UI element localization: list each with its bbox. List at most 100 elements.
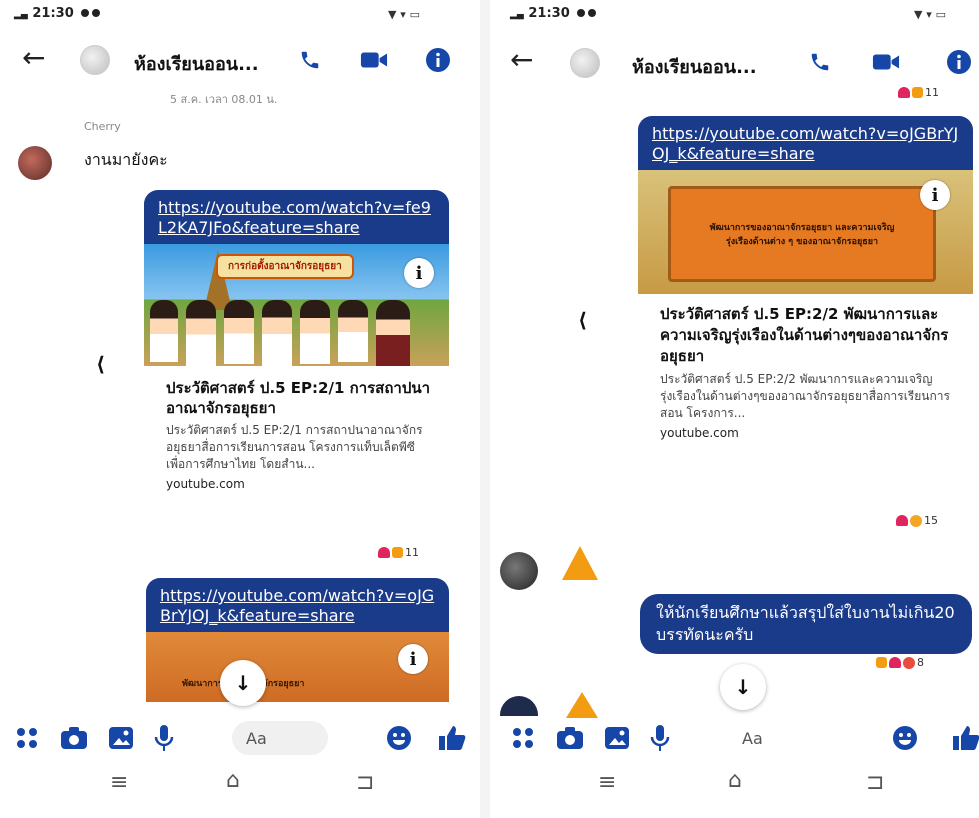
message-input[interactable]: Aa: [232, 721, 328, 755]
link-message-1[interactable]: https://youtube.com/watch?v=fe9L2KA7JFo&…: [144, 190, 449, 501]
microphone-icon[interactable]: [650, 724, 670, 752]
apps-icon[interactable]: [510, 725, 536, 751]
like-icon[interactable]: [952, 725, 979, 751]
reaction-count: 11: [925, 86, 939, 99]
battery-icon: ▼ ▾ ▭: [914, 8, 947, 21]
apps-icon[interactable]: [14, 725, 40, 751]
link-message[interactable]: https://youtube.com/watch?v=oJGBrYJOJ_k&…: [638, 116, 973, 448]
heart-icon: [896, 515, 908, 526]
home-icon[interactable]: ⌂: [226, 768, 240, 793]
link-url[interactable]: https://youtube.com/watch?v=oJGBrYJOJ_k&…: [146, 578, 449, 632]
sender-name: Cherry: [84, 120, 121, 133]
camera-icon[interactable]: [60, 726, 88, 750]
scroll-down-button[interactable]: ↓: [220, 660, 266, 706]
preview-host: youtube.com: [166, 477, 245, 491]
group-avatar[interactable]: [80, 45, 110, 75]
message-bubble[interactable]: ให้นักเรียนศึกษาแล้วสรุปใส่ใบงานไม่เกิน2…: [640, 594, 972, 654]
message-input[interactable]: Aa: [726, 721, 836, 755]
emoji-icon[interactable]: [386, 725, 412, 751]
reaction-count: 11: [405, 546, 419, 559]
share-icon[interactable]: ⟨: [578, 308, 587, 332]
thumbs-up-icon: [876, 657, 887, 668]
phone-call-icon[interactable]: [806, 48, 834, 76]
video-thumbnail[interactable]: พัฒนาการของอาณาจักรอยุธยา i: [146, 632, 449, 702]
info-icon[interactable]: i: [398, 644, 428, 674]
reactions[interactable]: 11: [898, 86, 939, 99]
notification-icon: [588, 9, 597, 17]
preview-title: ประวัติศาสตร์ ป.5 EP:2/1 การสถาปนาอาณาจั…: [166, 379, 431, 417]
back-nav-icon[interactable]: ⊐: [866, 770, 884, 795]
notification-icon: [577, 9, 586, 17]
chat-title[interactable]: ห้องเรียนออน...: [134, 49, 259, 78]
info-icon[interactable]: i: [404, 258, 434, 288]
typing-avatar: [500, 696, 538, 716]
chat-title[interactable]: ห้องเรียนออน...: [632, 52, 757, 81]
reactions[interactable]: 11: [378, 546, 419, 559]
screenshot-divider: [480, 0, 490, 818]
thumbnail-banner: พัฒนาการของอาณาจักรอยุธยา และความเจริญรุ…: [668, 186, 936, 282]
teacher-avatar[interactable]: [500, 552, 538, 590]
like-icon[interactable]: [438, 725, 466, 751]
back-arrow-icon[interactable]: ←: [510, 46, 533, 74]
preview-host: youtube.com: [660, 426, 739, 440]
battery-icon: ▼ ▾ ▭: [388, 8, 421, 21]
link-url[interactable]: https://youtube.com/watch?v=fe9L2KA7JFo&…: [144, 190, 449, 244]
sad-face-icon: [910, 514, 922, 527]
reaction-count: 15: [924, 514, 938, 527]
signal-icon: ▂▄: [510, 10, 524, 20]
info-icon[interactable]: [424, 46, 452, 74]
right-phone-screen: ▂▄ 21:30 ▼ ▾ ▭ ← ห้องเรียนออน... 11 ⟨ ht…: [490, 0, 979, 818]
camera-icon[interactable]: [556, 726, 584, 750]
sender-avatar[interactable]: [18, 146, 52, 180]
preview-description: ประวัติศาสตร์ ป.5 EP:2/2 พัฒนาการและความ…: [660, 372, 950, 420]
preview-description: ประวัติศาสตร์ ป.5 EP:2/1 การสถาปนาอาณาจั…: [166, 423, 423, 471]
group-avatar[interactable]: [570, 48, 600, 78]
link-preview[interactable]: ประวัติศาสตร์ ป.5 EP:2/1 การสถาปนาอาณาจั…: [144, 366, 449, 501]
video-thumbnail[interactable]: การก่อตั้งอาณาจักรอยุธยา i: [144, 244, 449, 366]
share-icon[interactable]: ⟨: [96, 352, 105, 376]
reactions[interactable]: 8: [876, 656, 924, 669]
heart-icon: [898, 87, 910, 98]
link-url[interactable]: https://youtube.com/watch?v=oJGBrYJOJ_k&…: [638, 116, 973, 170]
thumbnail-banner: การก่อตั้งอาณาจักรอยุธยา: [216, 254, 354, 279]
scroll-down-button[interactable]: ↓: [720, 664, 766, 710]
info-icon[interactable]: i: [920, 180, 950, 210]
home-icon[interactable]: ⌂: [728, 768, 742, 793]
gallery-icon[interactable]: [604, 726, 630, 750]
emoji-icon[interactable]: [892, 725, 918, 751]
message-timestamp: 5 ส.ค. เวลา 08.01 น.: [170, 93, 278, 106]
signal-icon: ▂▄: [14, 10, 28, 20]
recent-apps-icon[interactable]: ≡: [110, 770, 128, 795]
heart-icon: [889, 657, 901, 668]
status-bar: ▂▄ 21:30: [510, 6, 597, 21]
message-text[interactable]: งานมายังคะ: [84, 148, 168, 173]
link-preview[interactable]: ประวัติศาสตร์ ป.5 EP:2/2 พัฒนาการและความ…: [638, 294, 973, 448]
recent-apps-icon[interactable]: ≡: [598, 770, 616, 795]
info-icon[interactable]: [945, 48, 973, 76]
status-time: 21:30: [528, 6, 570, 21]
praying-hands-icon: [566, 692, 598, 718]
link-message-2[interactable]: https://youtube.com/watch?v=oJGBrYJOJ_k&…: [146, 578, 449, 702]
microphone-icon[interactable]: [154, 724, 174, 752]
gallery-icon[interactable]: [108, 726, 134, 750]
video-thumbnail[interactable]: พัฒนาการของอาณาจักรอยุธยา และความเจริญรุ…: [638, 170, 973, 294]
left-phone-screen: ▂▄ 21:30 ▼ ▾ ▭ ← ห้องเรียนออน... 5 ส.ค. …: [0, 0, 480, 818]
phone-call-icon[interactable]: [296, 46, 324, 74]
notification-icon: [81, 9, 90, 17]
video-call-icon[interactable]: [872, 48, 900, 76]
heart-icon: [378, 547, 390, 558]
status-time: 21:30: [32, 6, 74, 21]
reactions[interactable]: 15: [896, 514, 938, 527]
video-call-icon[interactable]: [360, 46, 388, 74]
angry-face-icon: [903, 656, 915, 669]
cartoon-students: [150, 300, 410, 366]
back-arrow-icon[interactable]: ←: [22, 44, 45, 72]
preview-title: ประวัติศาสตร์ ป.5 EP:2/2 พัฒนาการและความ…: [660, 305, 949, 365]
praying-hands-icon: [558, 546, 602, 586]
back-nav-icon[interactable]: ⊐: [356, 770, 374, 795]
composer-bar: Aa: [14, 718, 466, 758]
thumbs-up-icon: [392, 547, 403, 558]
reaction-count: 8: [917, 656, 924, 669]
notification-icon: [92, 9, 101, 17]
status-bar: ▂▄ 21:30: [14, 6, 101, 21]
